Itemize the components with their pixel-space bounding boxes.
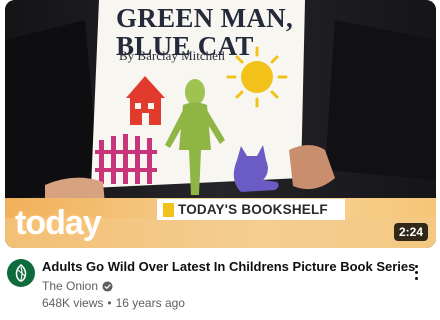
book-author: By Barclay Mitchell [119,48,226,63]
meta-separator: • [107,296,112,310]
channel-name: The Onion [42,279,99,293]
lower-third-text: TODAY'S BOOKSHELF [178,202,328,217]
view-count: 648K views [42,296,104,310]
video-metadata: 648K views • 16 years ago [42,295,185,311]
verified-check-icon [102,280,113,292]
channel-avatar[interactable] [7,259,35,287]
channel-name-link[interactable]: The Onion [42,278,113,294]
upload-age: 16 years ago [115,296,185,310]
today-logo: today [15,204,102,242]
banner-marker-icon [163,202,174,217]
onion-logo-icon [15,264,27,282]
video-card[interactable]: GREEN MAN, BLUE CAT By Barclay Mitchell … [0,0,440,320]
video-title[interactable]: Adults Go Wild Over Latest In Childrens … [42,258,415,275]
duration-badge: 2:24 [393,223,428,241]
more-actions-button[interactable] [402,258,430,286]
book-title-line1: GREEN MAN, [116,3,293,33]
lower-third-banner: TODAY'S BOOKSHELF [157,199,345,220]
video-thumbnail[interactable]: GREEN MAN, BLUE CAT By Barclay Mitchell … [5,0,436,248]
vertical-ellipsis-icon [414,264,418,268]
